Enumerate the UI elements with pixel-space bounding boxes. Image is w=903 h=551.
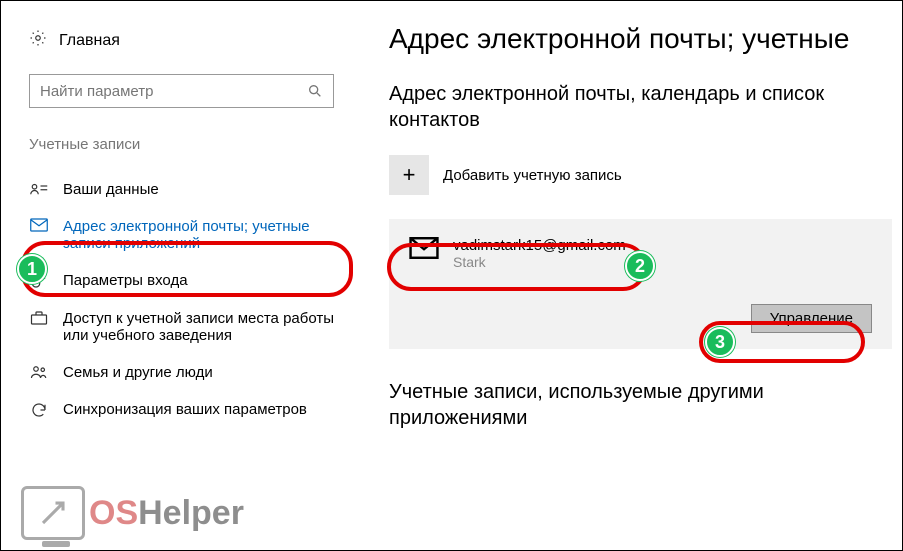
search-placeholder: Найти параметр	[40, 83, 154, 100]
mail-icon	[29, 218, 49, 232]
search-icon	[307, 83, 323, 99]
other-apps-title: Учетные записи, используемые другими при…	[389, 379, 892, 431]
sync-icon	[29, 401, 49, 419]
gear-icon	[29, 29, 47, 52]
nav-label: Ваши данные	[63, 181, 159, 198]
watermark-os: OS	[89, 494, 138, 532]
nav-label: Параметры входа	[63, 272, 188, 289]
content: Адрес электронной почты; учетные Адрес э…	[371, 1, 902, 550]
subtitle: Адрес электронной почты, календарь и спи…	[389, 81, 892, 133]
section-label: Учетные записи	[29, 136, 371, 153]
sidebar: Главная Найти параметр Учетные записи Ва…	[1, 1, 371, 550]
key-icon	[29, 272, 49, 290]
add-account-row[interactable]: + Добавить учетную запись	[389, 155, 892, 195]
add-account-label: Добавить учетную запись	[443, 167, 622, 184]
plus-icon: +	[389, 155, 429, 195]
people-icon	[29, 364, 49, 380]
nav-work-access[interactable]: Доступ к учетной записи места работы или…	[29, 300, 349, 354]
nav-family[interactable]: Семья и другие люди	[29, 354, 349, 391]
person-card-icon	[29, 181, 49, 197]
watermark-helper: Helper	[138, 494, 244, 532]
manage-button[interactable]: Управление	[751, 304, 872, 333]
home-link[interactable]: Главная	[29, 29, 371, 52]
account-email: vadimstark15@gmail.com	[453, 237, 626, 254]
home-label: Главная	[59, 32, 120, 50]
nav-your-data[interactable]: Ваши данные	[29, 171, 349, 208]
nav-email-accounts[interactable]: Адрес электронной почты; учетные записи …	[29, 208, 349, 262]
search-input[interactable]: Найти параметр	[29, 74, 334, 108]
nav-signin-options[interactable]: Параметры входа	[29, 262, 349, 300]
envelope-icon	[409, 237, 439, 264]
nav-label: Адрес электронной почты; учетные записи …	[63, 218, 349, 252]
page-title: Адрес электронной почты; учетные	[389, 23, 892, 55]
monitor-icon	[21, 486, 85, 540]
account-item[interactable]: vadimstark15@gmail.com Stark Управление	[389, 219, 892, 349]
watermark: OSHelper	[21, 486, 244, 540]
nav-label: Семья и другие люди	[63, 364, 213, 381]
account-name: Stark	[453, 254, 626, 270]
nav-label: Синхронизация ваших параметров	[63, 401, 307, 418]
nav-label: Доступ к учетной записи места работы или…	[63, 310, 349, 344]
briefcase-icon	[29, 310, 49, 326]
nav-sync[interactable]: Синхронизация ваших параметров	[29, 391, 349, 429]
